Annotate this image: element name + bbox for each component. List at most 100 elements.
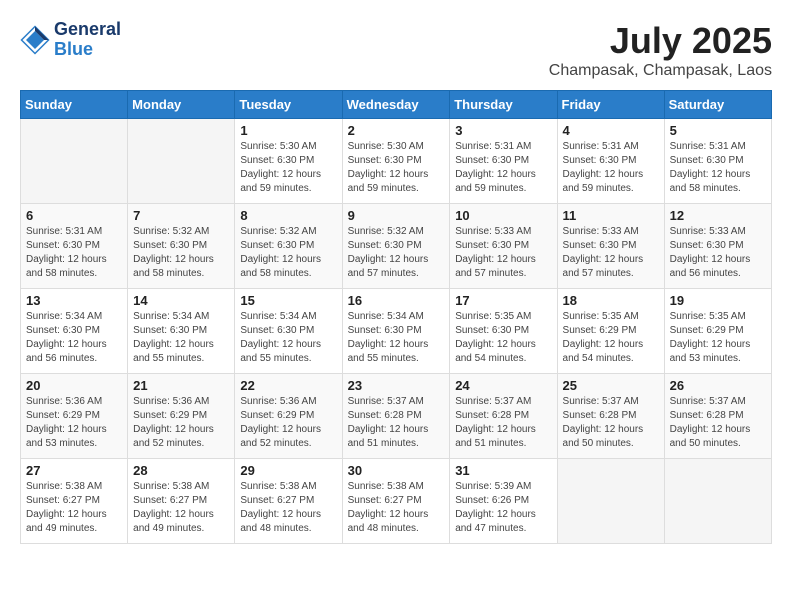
day-info: Sunrise: 5:33 AM Sunset: 6:30 PM Dayligh… xyxy=(670,225,766,281)
day-info: Sunrise: 5:35 AM Sunset: 6:29 PM Dayligh… xyxy=(670,310,766,366)
day-number: 21 xyxy=(133,378,229,393)
calendar-cell: 16 Sunrise: 5:34 AM Sunset: 6:30 PM Dayli… xyxy=(342,289,450,374)
day-number: 4 xyxy=(563,123,659,138)
day-info: Sunrise: 5:32 AM Sunset: 6:30 PM Dayligh… xyxy=(348,225,445,281)
day-number: 20 xyxy=(26,378,122,393)
day-info: Sunrise: 5:34 AM Sunset: 6:30 PM Dayligh… xyxy=(348,310,445,366)
logo: General Blue xyxy=(20,20,121,60)
day-info: Sunrise: 5:39 AM Sunset: 6:26 PM Dayligh… xyxy=(455,480,551,536)
day-info: Sunrise: 5:37 AM Sunset: 6:28 PM Dayligh… xyxy=(348,395,445,451)
calendar-cell: 12 Sunrise: 5:33 AM Sunset: 6:30 PM Dayli… xyxy=(664,204,771,289)
day-number: 11 xyxy=(563,208,659,223)
day-number: 25 xyxy=(563,378,659,393)
calendar-cell: 13 Sunrise: 5:34 AM Sunset: 6:30 PM Dayli… xyxy=(21,289,128,374)
calendar-cell: 14 Sunrise: 5:34 AM Sunset: 6:30 PM Dayli… xyxy=(128,289,235,374)
logo-icon xyxy=(20,25,50,55)
day-number: 2 xyxy=(348,123,445,138)
calendar-cell: 1 Sunrise: 5:30 AM Sunset: 6:30 PM Daylig… xyxy=(235,119,342,204)
day-number: 16 xyxy=(348,293,445,308)
calendar-cell: 31 Sunrise: 5:39 AM Sunset: 6:26 PM Dayli… xyxy=(450,459,557,544)
calendar-cell xyxy=(557,459,664,544)
calendar-cell: 5Sunrise: 5:31 AM Sunset: 6:30 PM Daylig… xyxy=(664,119,771,204)
day-number: 5 xyxy=(670,123,766,138)
day-info: Sunrise: 5:38 AM Sunset: 6:27 PM Dayligh… xyxy=(348,480,445,536)
calendar-cell: 27 Sunrise: 5:38 AM Sunset: 6:27 PM Dayli… xyxy=(21,459,128,544)
day-info: Sunrise: 5:34 AM Sunset: 6:30 PM Dayligh… xyxy=(133,310,229,366)
day-info: Sunrise: 5:36 AM Sunset: 6:29 PM Dayligh… xyxy=(133,395,229,451)
day-number: 13 xyxy=(26,293,122,308)
day-number: 9 xyxy=(348,208,445,223)
day-info: Sunrise: 5:36 AM Sunset: 6:29 PM Dayligh… xyxy=(26,395,122,451)
calendar-cell: 8 Sunrise: 5:32 AM Sunset: 6:30 PM Daylig… xyxy=(235,204,342,289)
day-info: Sunrise: 5:38 AM Sunset: 6:27 PM Dayligh… xyxy=(26,480,122,536)
calendar-cell xyxy=(128,119,235,204)
calendar-cell: 9 Sunrise: 5:32 AM Sunset: 6:30 PM Daylig… xyxy=(342,204,450,289)
day-info: Sunrise: 5:38 AM Sunset: 6:27 PM Dayligh… xyxy=(133,480,229,536)
day-number: 8 xyxy=(240,208,336,223)
calendar-cell xyxy=(21,119,128,204)
day-info: Sunrise: 5:31 AM Sunset: 6:30 PM Dayligh… xyxy=(455,140,551,196)
day-info: Sunrise: 5:36 AM Sunset: 6:29 PM Dayligh… xyxy=(240,395,336,451)
day-number: 14 xyxy=(133,293,229,308)
calendar-cell: 24 Sunrise: 5:37 AM Sunset: 6:28 PM Dayli… xyxy=(450,374,557,459)
week-row-4: 20 Sunrise: 5:36 AM Sunset: 6:29 PM Dayli… xyxy=(21,374,772,459)
day-number: 10 xyxy=(455,208,551,223)
calendar-cell: 21 Sunrise: 5:36 AM Sunset: 6:29 PM Dayli… xyxy=(128,374,235,459)
day-info: Sunrise: 5:35 AM Sunset: 6:30 PM Dayligh… xyxy=(455,310,551,366)
calendar-cell: 28Sunrise: 5:38 AM Sunset: 6:27 PM Dayli… xyxy=(128,459,235,544)
day-number: 18 xyxy=(563,293,659,308)
day-number: 31 xyxy=(455,463,551,478)
day-number: 23 xyxy=(348,378,445,393)
week-row-3: 13 Sunrise: 5:34 AM Sunset: 6:30 PM Dayli… xyxy=(21,289,772,374)
day-info: Sunrise: 5:37 AM Sunset: 6:28 PM Dayligh… xyxy=(563,395,659,451)
day-info: Sunrise: 5:37 AM Sunset: 6:28 PM Dayligh… xyxy=(455,395,551,451)
calendar-cell: 23 Sunrise: 5:37 AM Sunset: 6:28 PM Dayli… xyxy=(342,374,450,459)
calendar-cell: 6 Sunrise: 5:31 AM Sunset: 6:30 PM Daylig… xyxy=(21,204,128,289)
day-info: Sunrise: 5:33 AM Sunset: 6:30 PM Dayligh… xyxy=(563,225,659,281)
day-info: Sunrise: 5:33 AM Sunset: 6:30 PM Dayligh… xyxy=(455,225,551,281)
logo-line2: Blue xyxy=(54,40,121,60)
calendar-cell: 4 Sunrise: 5:31 AM Sunset: 6:30 PM Daylig… xyxy=(557,119,664,204)
calendar-cell: 2Sunrise: 5:30 AM Sunset: 6:30 PM Daylig… xyxy=(342,119,450,204)
day-number: 12 xyxy=(670,208,766,223)
calendar-header-row: SundayMondayTuesdayWednesdayThursdayFrid… xyxy=(21,91,772,119)
day-info: Sunrise: 5:31 AM Sunset: 6:30 PM Dayligh… xyxy=(26,225,122,281)
calendar-cell: 17Sunrise: 5:35 AM Sunset: 6:30 PM Dayli… xyxy=(450,289,557,374)
day-info: Sunrise: 5:30 AM Sunset: 6:30 PM Dayligh… xyxy=(240,140,336,196)
calendar-cell: 10 Sunrise: 5:33 AM Sunset: 6:30 PM Dayli… xyxy=(450,204,557,289)
day-info: Sunrise: 5:34 AM Sunset: 6:30 PM Dayligh… xyxy=(26,310,122,366)
logo-text: General Blue xyxy=(54,20,121,60)
calendar-cell: 29Sunrise: 5:38 AM Sunset: 6:27 PM Dayli… xyxy=(235,459,342,544)
calendar-cell: 7Sunrise: 5:32 AM Sunset: 6:30 PM Daylig… xyxy=(128,204,235,289)
day-info: Sunrise: 5:37 AM Sunset: 6:28 PM Dayligh… xyxy=(670,395,766,451)
day-number: 29 xyxy=(240,463,336,478)
day-header-monday: Monday xyxy=(128,91,235,119)
page-header: General Blue July 2025 Champasak, Champa… xyxy=(20,20,772,80)
day-number: 6 xyxy=(26,208,122,223)
month-title: July 2025 xyxy=(549,20,772,62)
day-number: 15 xyxy=(240,293,336,308)
day-number: 3 xyxy=(455,123,551,138)
day-info: Sunrise: 5:32 AM Sunset: 6:30 PM Dayligh… xyxy=(133,225,229,281)
day-info: Sunrise: 5:32 AM Sunset: 6:30 PM Dayligh… xyxy=(240,225,336,281)
day-number: 19 xyxy=(670,293,766,308)
day-header-saturday: Saturday xyxy=(664,91,771,119)
day-header-wednesday: Wednesday xyxy=(342,91,450,119)
day-number: 26 xyxy=(670,378,766,393)
calendar-cell: 19 Sunrise: 5:35 AM Sunset: 6:29 PM Dayli… xyxy=(664,289,771,374)
calendar-cell: 15 Sunrise: 5:34 AM Sunset: 6:30 PM Dayli… xyxy=(235,289,342,374)
day-info: Sunrise: 5:31 AM Sunset: 6:30 PM Dayligh… xyxy=(563,140,659,196)
calendar-cell xyxy=(664,459,771,544)
calendar-cell: 30Sunrise: 5:38 AM Sunset: 6:27 PM Dayli… xyxy=(342,459,450,544)
title-section: July 2025 Champasak, Champasak, Laos xyxy=(549,20,772,80)
day-number: 24 xyxy=(455,378,551,393)
calendar-table: SundayMondayTuesdayWednesdayThursdayFrid… xyxy=(20,90,772,544)
calendar-cell: 25 Sunrise: 5:37 AM Sunset: 6:28 PM Dayli… xyxy=(557,374,664,459)
day-number: 27 xyxy=(26,463,122,478)
day-info: Sunrise: 5:34 AM Sunset: 6:30 PM Dayligh… xyxy=(240,310,336,366)
week-row-1: 1 Sunrise: 5:30 AM Sunset: 6:30 PM Daylig… xyxy=(21,119,772,204)
day-number: 1 xyxy=(240,123,336,138)
day-header-thursday: Thursday xyxy=(450,91,557,119)
week-row-5: 27 Sunrise: 5:38 AM Sunset: 6:27 PM Dayli… xyxy=(21,459,772,544)
calendar-cell: 3 Sunrise: 5:31 AM Sunset: 6:30 PM Daylig… xyxy=(450,119,557,204)
